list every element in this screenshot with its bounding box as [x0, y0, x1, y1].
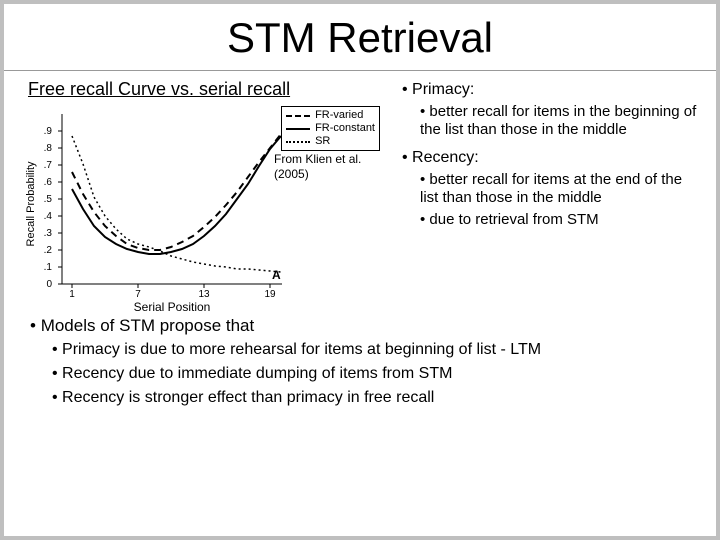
bullet-models-3: Recency is stronger effect than primacy …: [52, 388, 694, 408]
chart-legend: FR-varied FR-constant SR: [281, 106, 380, 151]
svg-text:.3: .3: [44, 228, 53, 239]
svg-text:.8: .8: [44, 143, 53, 154]
bullet-models: Models of STM propose that: [30, 316, 694, 336]
panel-label: A: [272, 268, 281, 282]
svg-text:19: 19: [264, 289, 276, 300]
left-column: Free recall Curve vs. serial recall 0 .1…: [22, 77, 392, 314]
svg-text:.4: .4: [44, 211, 53, 222]
bullet-recency-detail-1: better recall for items at the end of th…: [420, 171, 698, 207]
right-column: Primacy: better recall for items in the …: [392, 77, 698, 314]
svg-text:.9: .9: [44, 126, 53, 137]
divider: [4, 70, 716, 71]
chart-source: From Klien et al. (2005): [274, 152, 384, 182]
bullet-recency: Recency:: [402, 149, 698, 167]
svg-text:.2: .2: [44, 245, 53, 256]
y-axis-label: Recall Probability: [25, 161, 37, 246]
bullet-recency-detail-2: due to retrieval from STM: [420, 211, 698, 229]
chart-container: 0 .1 .2 .3 .4 .5 .6 .7 .8 .9: [22, 104, 382, 314]
svg-text:1: 1: [69, 289, 75, 300]
recall-curve-chart: 0 .1 .2 .3 .4 .5 .6 .7 .8 .9: [22, 104, 302, 314]
slide-title: STM Retrieval: [4, 14, 716, 62]
lower-section: Models of STM propose that Primacy is du…: [4, 316, 716, 408]
bullet-primacy: Primacy:: [402, 81, 698, 99]
svg-text:13: 13: [198, 289, 210, 300]
slide: STM Retrieval Free recall Curve vs. seri…: [0, 0, 720, 540]
bullet-models-1: Primacy is due to more rehearsal for ite…: [52, 340, 694, 360]
bullet-primacy-detail: better recall for items in the beginning…: [420, 103, 698, 139]
x-axis-label: Serial Position: [134, 300, 211, 314]
svg-text:7: 7: [135, 289, 141, 300]
svg-text:.1: .1: [44, 262, 53, 273]
svg-text:0: 0: [46, 279, 52, 290]
chart-heading: Free recall Curve vs. serial recall: [28, 79, 392, 100]
body-columns: Free recall Curve vs. serial recall 0 .1…: [4, 77, 716, 314]
svg-text:.7: .7: [44, 160, 53, 171]
svg-text:.5: .5: [44, 194, 53, 205]
bullet-models-2: Recency due to immediate dumping of item…: [52, 364, 694, 384]
svg-text:.6: .6: [44, 177, 53, 188]
